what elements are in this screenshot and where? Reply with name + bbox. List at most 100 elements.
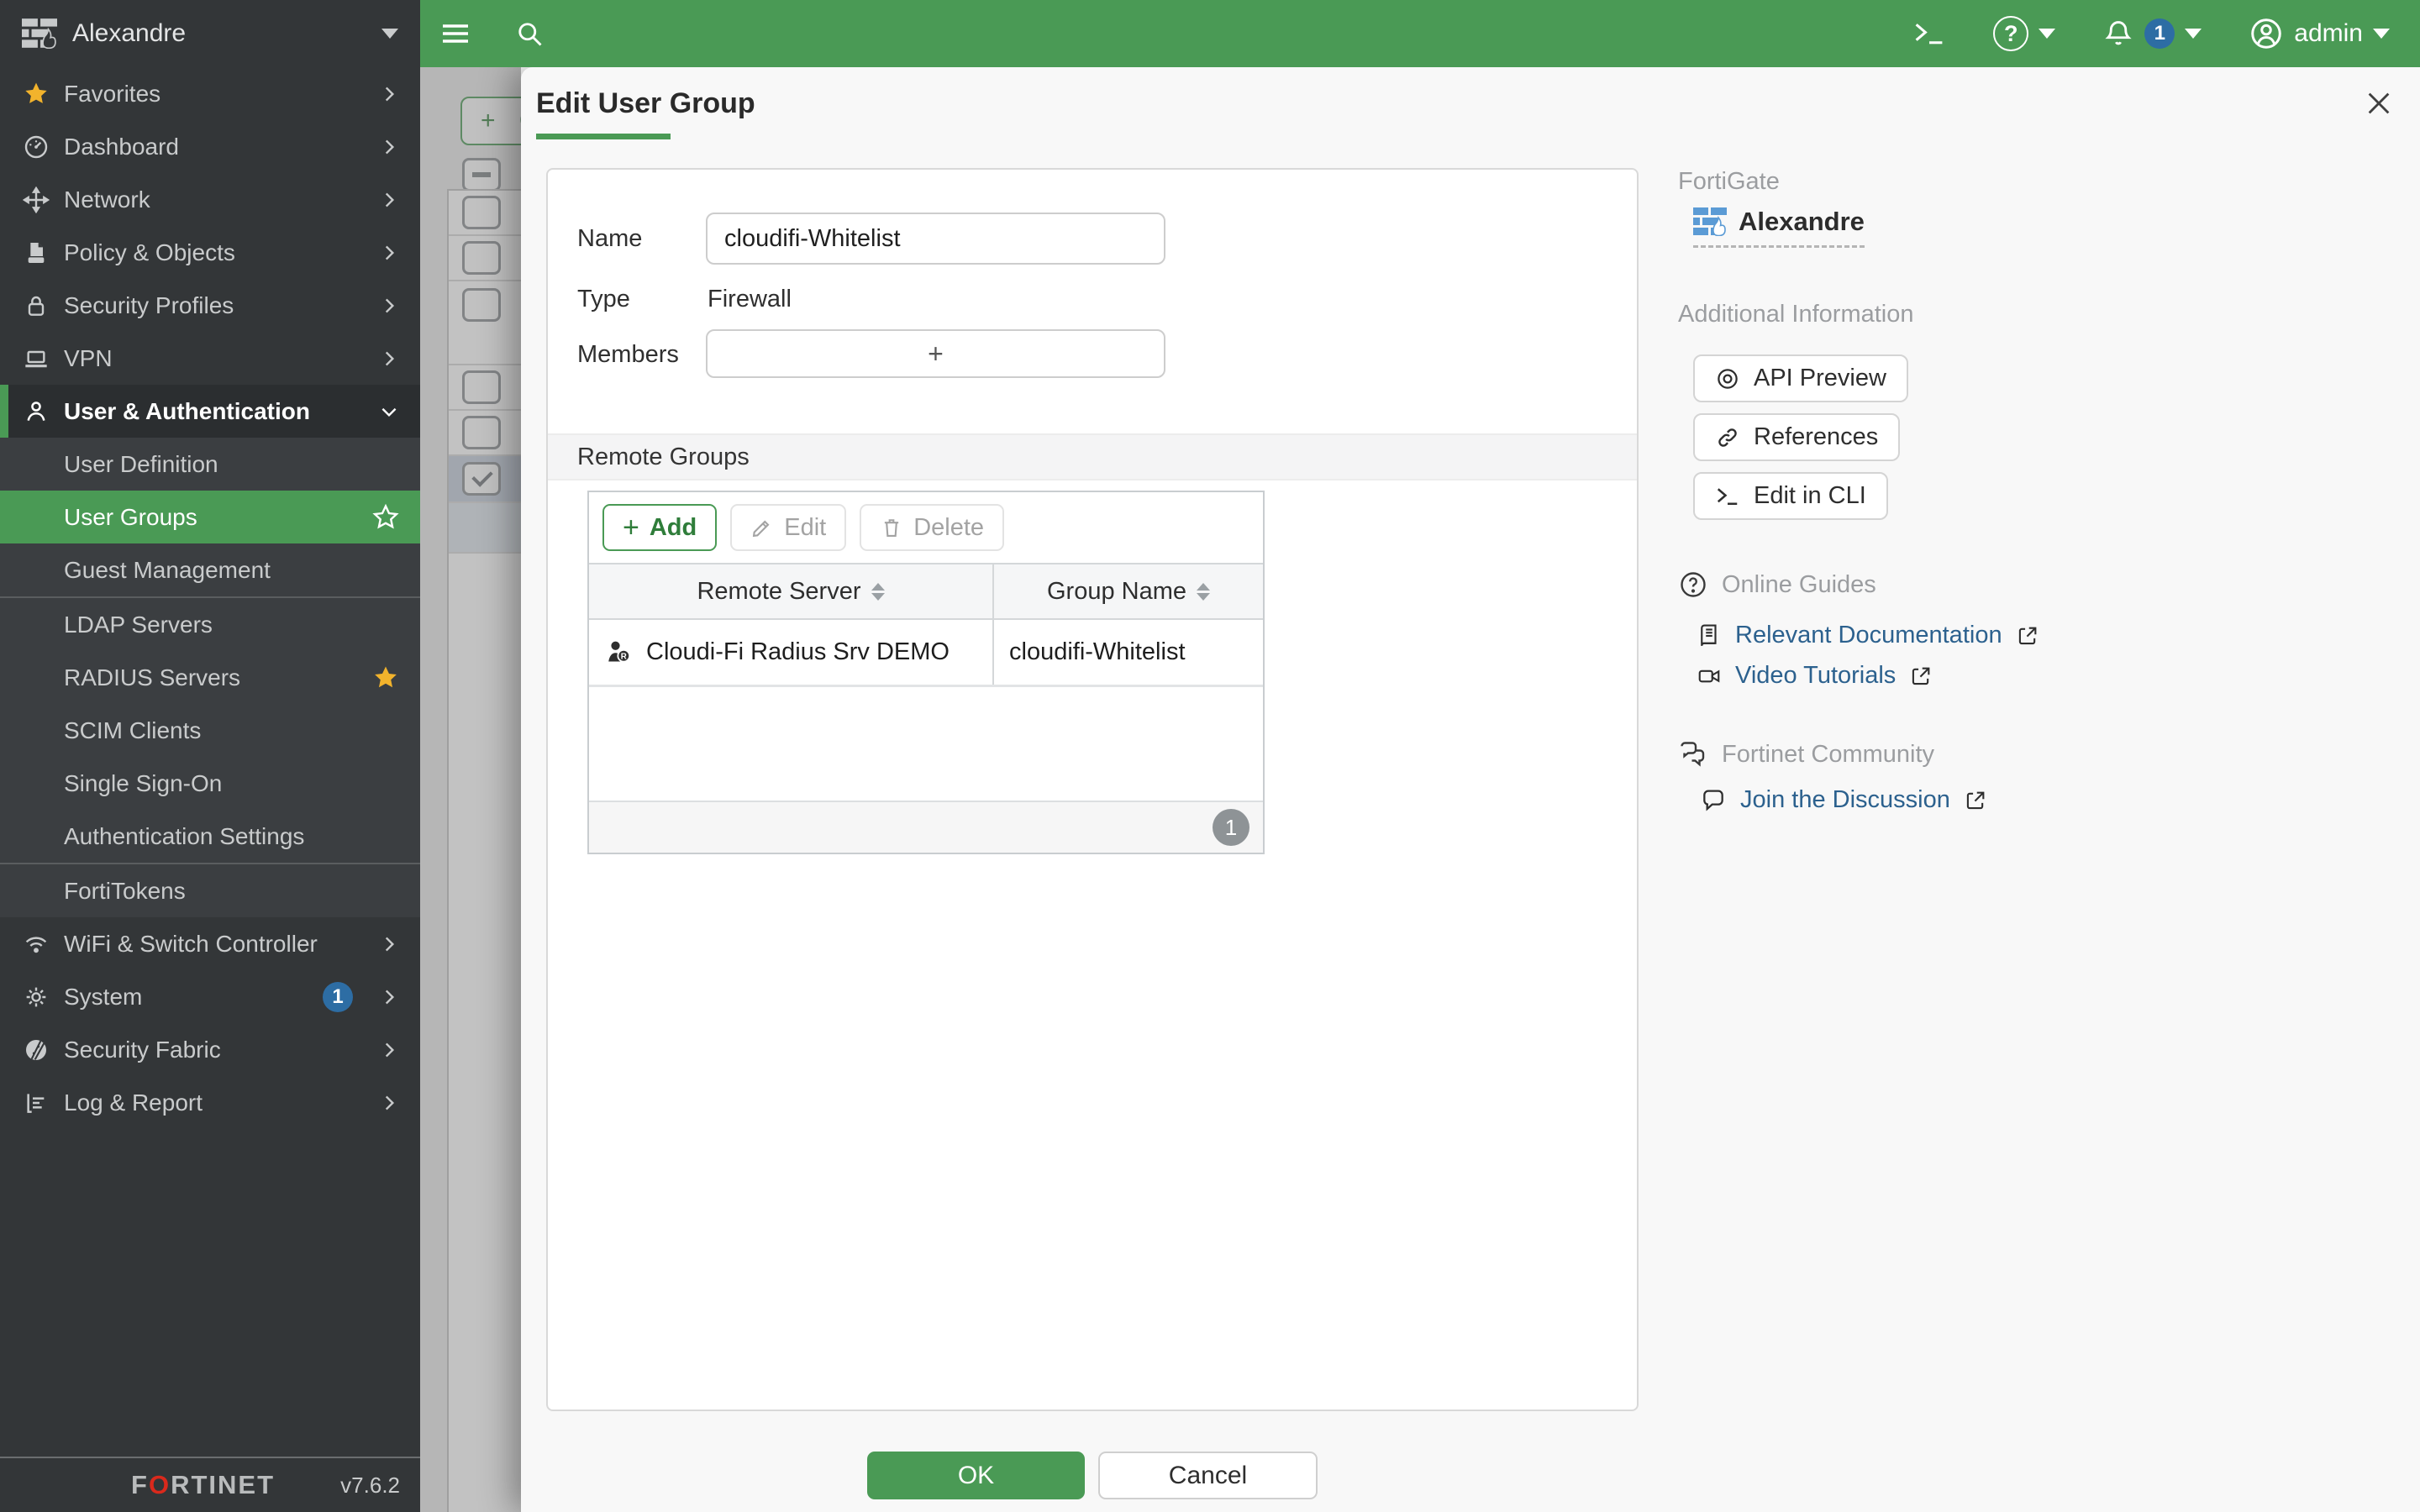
log-list-icon xyxy=(22,1089,50,1116)
add-button[interactable]: + Add xyxy=(602,504,718,551)
external-link-icon xyxy=(1966,791,1985,809)
help-menu-button[interactable]: ? xyxy=(1993,16,2056,51)
relevant-documentation-link[interactable]: Relevant Documentation xyxy=(1697,622,2039,649)
fortinet-logo: FORTINET xyxy=(131,1470,275,1499)
search-button[interactable] xyxy=(514,18,544,49)
plus-icon: + xyxy=(623,511,639,543)
sidebar-item-system[interactable]: System 1 xyxy=(0,970,420,1023)
external-link-icon xyxy=(2018,627,2036,644)
svg-text:R: R xyxy=(621,652,627,661)
sidebar-item-network[interactable]: Network xyxy=(0,173,420,226)
ok-button[interactable]: OK xyxy=(867,1452,1085,1499)
chevron-down-icon xyxy=(2373,29,2390,39)
speech-bubble-icon xyxy=(1703,790,1723,811)
radius-server-icon: R xyxy=(608,641,631,663)
fortigate-label: FortiGate xyxy=(1678,168,1780,195)
sidebar-item-user-definition[interactable]: User Definition xyxy=(0,438,420,491)
type-value: Firewall xyxy=(708,286,792,312)
terminal-icon xyxy=(1717,487,1738,505)
table-header-row: Remote Server Group Name xyxy=(589,563,1263,620)
sidebar-item-wifi-switch-controller[interactable]: WiFi & Switch Controller xyxy=(0,917,420,970)
close-dialog-button[interactable] xyxy=(2360,84,2398,123)
gauge-icon xyxy=(22,134,50,160)
api-preview-button[interactable]: API Preview xyxy=(1693,354,1908,402)
column-header-remote-server[interactable]: Remote Server xyxy=(589,564,994,618)
column-header-group-name[interactable]: Group Name xyxy=(994,564,1263,618)
group-name-cell: cloudifi-Whitelist xyxy=(1009,638,1186,665)
wifi-icon xyxy=(22,931,50,958)
members-label: Members xyxy=(577,341,679,368)
fortigate-device-link[interactable]: Alexandre xyxy=(1693,207,1865,248)
sidebar-item-log-report[interactable]: Log & Report xyxy=(0,1076,420,1129)
table-row[interactable]: R Cloudi-Fi Radius Srv DEMO cloudifi-Whi… xyxy=(589,620,1263,687)
plus-icon: + xyxy=(928,338,944,369)
additional-information-label: Additional Information xyxy=(1678,301,1914,328)
sidebar-item-guest-management[interactable]: Guest Management xyxy=(0,543,420,596)
chevron-right-icon xyxy=(378,295,400,317)
star-outline-icon[interactable] xyxy=(371,503,400,532)
online-guides-header: Online Guides xyxy=(1678,570,1876,600)
chevron-right-icon xyxy=(378,136,400,158)
sidebar-item-radius-servers[interactable]: RADIUS Servers xyxy=(0,651,420,704)
edit-button[interactable]: Edit xyxy=(730,504,847,551)
firmware-version: v7.6.2 xyxy=(340,1472,400,1498)
admin-username: admin xyxy=(2294,19,2363,47)
members-add-field[interactable]: + xyxy=(706,329,1165,378)
sidebar-item-single-sign-on[interactable]: Single Sign-On xyxy=(0,757,420,810)
sidebar: Alexandre Favorites Dashboard Network Po… xyxy=(0,0,420,1512)
notifications-button[interactable]: 1 xyxy=(2102,18,2202,50)
device-selector[interactable]: Alexandre xyxy=(0,0,420,67)
fortinet-community-header: Fortinet Community xyxy=(1678,739,1934,769)
sidebar-item-policy-objects[interactable]: Policy & Objects xyxy=(0,226,420,279)
references-button[interactable]: References xyxy=(1693,413,1901,461)
edit-user-group-dialog: Edit User Group Name Type Firewall Membe… xyxy=(521,67,2420,1512)
admin-menu-button[interactable]: admin xyxy=(2249,16,2390,51)
edit-in-cli-button[interactable]: Edit in CLI xyxy=(1693,472,1888,520)
chevron-down-icon xyxy=(2185,29,2202,39)
title-underline xyxy=(536,134,671,139)
fortigate-logo-icon xyxy=(22,18,57,49)
sidebar-item-user-groups[interactable]: User Groups xyxy=(0,491,420,543)
cancel-button[interactable]: Cancel xyxy=(1098,1452,1318,1499)
trash-icon xyxy=(885,519,899,537)
sidebar-footer: FORTINET v7.6.2 xyxy=(0,1457,420,1512)
cli-console-button[interactable] xyxy=(1912,19,1946,48)
sidebar-item-fortitokens[interactable]: FortiTokens xyxy=(0,864,420,917)
form-card: Name Type Firewall Members + Remote Grou… xyxy=(546,168,1639,1411)
system-notification-badge: 1 xyxy=(323,981,353,1012)
delete-button[interactable]: Delete xyxy=(860,504,1005,551)
topbar: ? 1 admin xyxy=(420,0,2420,67)
chevron-right-icon xyxy=(378,189,400,211)
video-camera-icon xyxy=(1698,669,1720,682)
sidebar-item-security-profiles[interactable]: Security Profiles xyxy=(0,279,420,332)
chevron-down-icon xyxy=(2039,29,2056,39)
user-avatar-icon xyxy=(2249,16,2284,51)
sidebar-item-user-authentication[interactable]: User & Authentication xyxy=(0,385,420,438)
table-pagination: 1 xyxy=(589,801,1263,853)
sidebar-item-security-fabric[interactable]: Security Fabric xyxy=(0,1023,420,1076)
link-icon xyxy=(1718,428,1737,447)
dialog-footer: OK Cancel xyxy=(521,1452,1664,1499)
sidebar-item-ldap-servers[interactable]: LDAP Servers xyxy=(0,598,420,651)
sidebar-item-favorites[interactable]: Favorites xyxy=(0,67,420,120)
join-discussion-link[interactable]: Join the Discussion xyxy=(1700,786,1987,814)
chevron-down-icon xyxy=(378,401,400,423)
star-filled-icon[interactable] xyxy=(371,664,400,692)
sidebar-item-vpn[interactable]: VPN xyxy=(0,332,420,385)
pencil-icon xyxy=(753,520,770,538)
chevron-right-icon xyxy=(378,348,400,370)
sidebar-item-scim-clients[interactable]: SCIM Clients xyxy=(0,704,420,757)
sort-icon xyxy=(1197,582,1210,601)
bell-icon xyxy=(2102,18,2134,50)
sidebar-item-authentication-settings[interactable]: Authentication Settings xyxy=(0,810,420,863)
video-tutorials-link[interactable]: Video Tutorials xyxy=(1697,662,1933,690)
name-input[interactable] xyxy=(706,213,1165,265)
remote-groups-section-header: Remote Groups xyxy=(548,433,1637,480)
remote-groups-table: + Add Edit Delete Remote Server Group Nam… xyxy=(587,491,1265,854)
hamburger-menu-button[interactable] xyxy=(440,21,471,46)
chevron-right-icon xyxy=(378,1092,400,1114)
laptop-icon xyxy=(22,345,50,372)
sidebar-item-dashboard[interactable]: Dashboard xyxy=(0,120,420,173)
fabric-icon xyxy=(22,1037,50,1063)
notification-count-badge: 1 xyxy=(2144,18,2175,49)
